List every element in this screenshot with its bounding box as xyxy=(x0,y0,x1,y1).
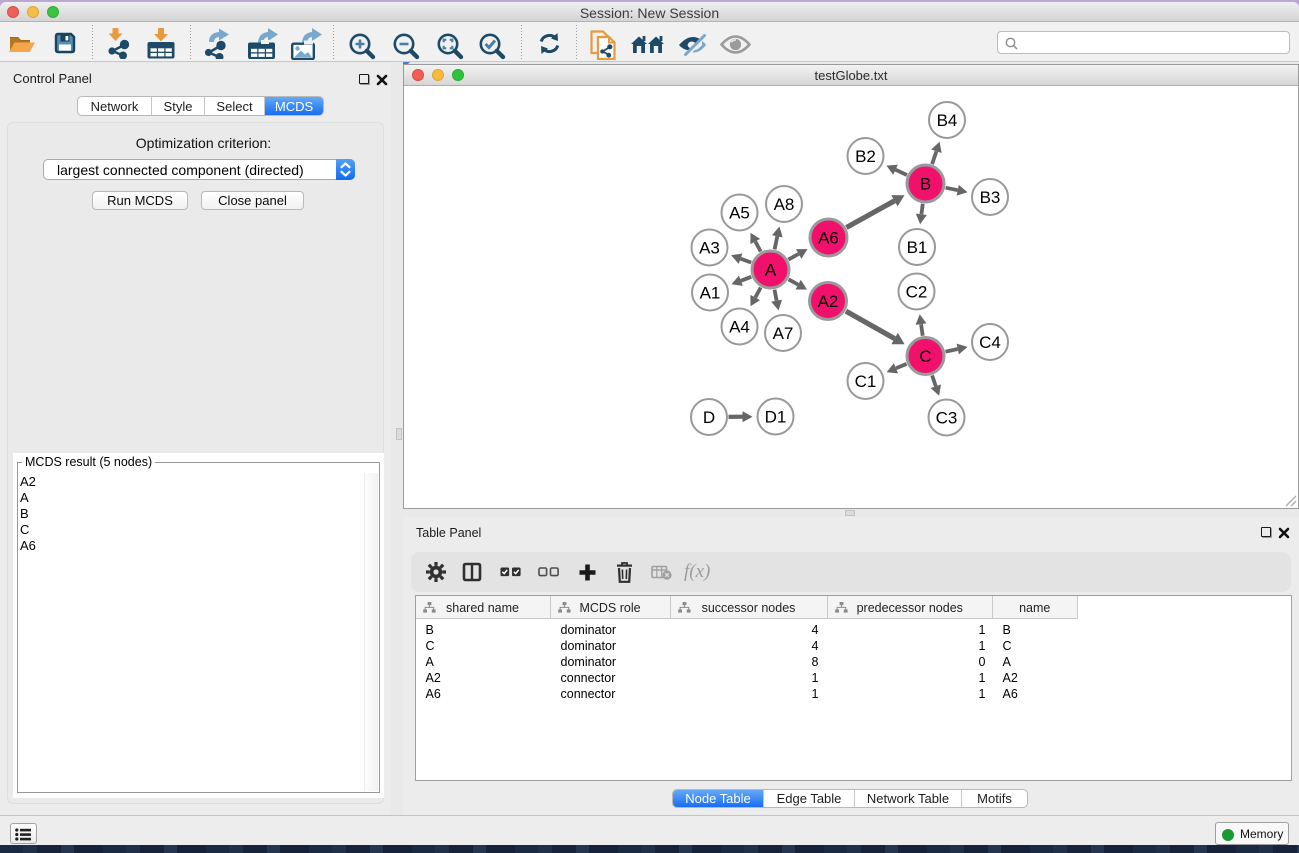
svg-text:C3: C3 xyxy=(936,409,958,428)
svg-text:A6: A6 xyxy=(818,229,839,248)
svg-text:A2: A2 xyxy=(818,292,839,311)
svg-text:A8: A8 xyxy=(774,195,795,214)
svg-text:B1: B1 xyxy=(907,238,928,257)
svg-text:B3: B3 xyxy=(980,188,1001,207)
svg-text:D: D xyxy=(703,408,715,427)
svg-text:B2: B2 xyxy=(855,147,876,166)
svg-text:A5: A5 xyxy=(729,204,750,223)
svg-text:A1: A1 xyxy=(700,284,721,303)
svg-text:A7: A7 xyxy=(773,324,794,343)
svg-text:C1: C1 xyxy=(855,372,877,391)
svg-text:A: A xyxy=(765,261,777,280)
svg-text:A4: A4 xyxy=(729,318,750,337)
svg-text:C: C xyxy=(919,347,931,366)
svg-text:B4: B4 xyxy=(937,111,958,130)
svg-text:A3: A3 xyxy=(699,239,720,258)
svg-text:C2: C2 xyxy=(906,283,928,302)
svg-text:D1: D1 xyxy=(765,408,787,427)
svg-text:B: B xyxy=(920,175,931,194)
svg-text:C4: C4 xyxy=(979,333,1001,352)
